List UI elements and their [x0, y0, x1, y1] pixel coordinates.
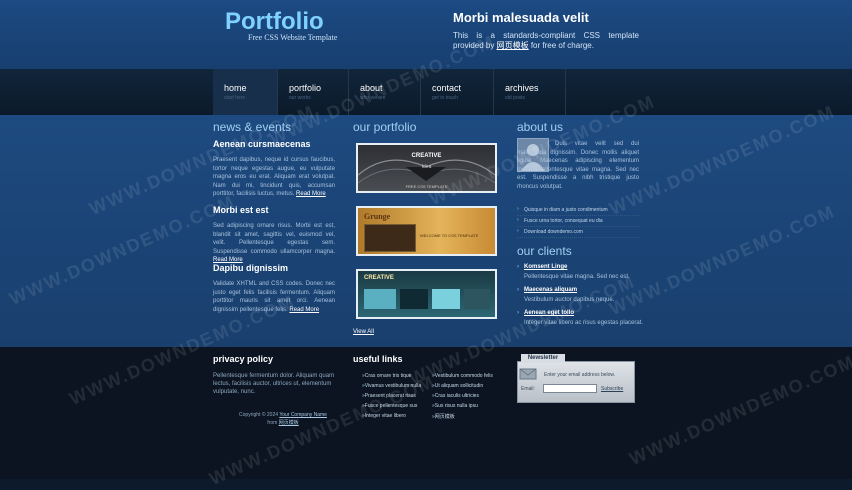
news-post-title[interactable]: Dapibu dignissim: [213, 263, 288, 273]
read-more-link[interactable]: Read More: [296, 191, 326, 197]
nav-item-contact[interactable]: contact get in touch: [421, 69, 494, 115]
clients-heading: our clients: [517, 244, 572, 258]
thumb-image: [364, 289, 396, 309]
privacy-heading: privacy policy: [213, 354, 274, 364]
about-links: Quisque in diam a justo condimentum Fusc…: [517, 205, 639, 238]
copyright-text: Copyright © 2024: [239, 412, 279, 418]
header-description: This is a standards-compliant CSS templa…: [453, 31, 639, 51]
news-post-title[interactable]: Aenean cursmaecenas: [213, 139, 311, 149]
nav-item-portfolio[interactable]: portfolio our works: [278, 69, 349, 115]
newsletter-description: Enter your email address below.: [544, 372, 616, 378]
about-bullet[interactable]: Quisque in diam a justo condimentum: [517, 205, 639, 216]
footer-link[interactable]: Vivamus vestibulum nulla: [362, 383, 421, 389]
nav-item-about[interactable]: about who we are: [349, 69, 421, 115]
footer-link[interactable]: Fusce pellentesque sus: [362, 403, 418, 409]
portfolio-thumb-1[interactable]: CREATIVE Idea FREE CSS TEMPLATE: [356, 143, 497, 193]
thumb-photo: [364, 224, 416, 252]
email-label: Email:: [521, 386, 535, 392]
copyright-from: from: [267, 420, 278, 426]
nav-sub: our works: [289, 95, 311, 101]
footer-link[interactable]: 网页模板: [432, 413, 455, 420]
privacy-text: Pellentesque fermentum dolor. Aliquam qu…: [213, 373, 335, 395]
footer-link[interactable]: Ut aliquam sollicitudin: [432, 383, 483, 389]
thumb-caption: WELCOME TO CSS TEMPLATE: [420, 233, 479, 238]
header-provider-link[interactable]: 网页模板: [497, 41, 529, 50]
nav-label: archives: [505, 83, 539, 93]
portfolio-thumb-3[interactable]: CREATIVE: [356, 269, 497, 319]
about-bullet[interactable]: Download downdemo.com: [517, 227, 639, 238]
portfolio-heading: our portfolio: [353, 120, 417, 134]
envelope-icon: [519, 368, 537, 380]
portfolio-thumb-2[interactable]: Grunge WELCOME TO CSS TEMPLATE: [356, 206, 497, 256]
thumb-brand: Grunge: [364, 212, 391, 221]
nav-item-home[interactable]: home start here: [213, 69, 278, 115]
header-text-part2: for free of charge.: [530, 41, 594, 50]
bullet-icon: ›: [517, 310, 519, 316]
site-logo[interactable]: Portfolio: [225, 8, 324, 36]
copyright: Copyright © 2024 Your Company Name from …: [228, 411, 338, 427]
footer-link[interactable]: Cras ornare tris tique: [362, 373, 412, 379]
view-all-link[interactable]: View All: [353, 329, 374, 335]
client-name[interactable]: Aenean eget tollo: [524, 310, 574, 316]
client-desc: Vestibulum auctor dapibus neque.: [524, 297, 615, 303]
bullet-icon: ›: [517, 264, 519, 270]
footer-link[interactable]: Praesent placerat risus: [362, 393, 416, 399]
nav-item-archives[interactable]: archives old posts: [494, 69, 566, 115]
client-desc: Integer vitae libero ac risus egestas pl…: [524, 320, 644, 326]
footer-link[interactable]: Integer vitae libero: [362, 413, 406, 419]
about-text: Duis vitae velit sed dui malesuada digni…: [517, 141, 639, 190]
footer-link[interactable]: Cras iaculis ultricies: [432, 393, 479, 399]
about-heading: about us: [517, 120, 564, 134]
news-post-body: Sed adipiscing ornare risus. Morbi est e…: [213, 223, 335, 255]
nav-label: contact: [432, 83, 462, 93]
company-link[interactable]: Your Company Name: [279, 412, 327, 418]
template-link[interactable]: 网页模板: [279, 420, 299, 426]
news-post-text: Praesent dapibus, neque id cursus faucib…: [213, 156, 335, 199]
nav-label: home: [224, 83, 247, 93]
thumb-image: [432, 289, 460, 309]
nav-label: about: [360, 83, 383, 93]
site-header: Portfolio Free CSS Website Template Morb…: [0, 0, 852, 69]
nav-sub: get in touch: [432, 95, 458, 101]
thumb-title: CREATIVE: [411, 153, 442, 159]
news-post-title[interactable]: Morbi est est: [213, 205, 269, 215]
nav-sub: old posts: [505, 95, 526, 101]
header-title: Morbi malesuada velit: [453, 10, 589, 25]
email-field[interactable]: [543, 384, 597, 393]
main-navigation: home start here portfolio our works abou…: [0, 69, 852, 115]
thumb-image: [464, 289, 490, 309]
client-desc: Pellentesque vitae magna. Sed nec est.: [524, 274, 630, 280]
thumb-subtitle: Idea: [421, 164, 432, 170]
news-post-text: Sed adipiscing ornare risus. Morbi est e…: [213, 222, 335, 265]
footer-link[interactable]: Vestibulum commodo felis: [432, 373, 493, 379]
newsletter-tab: Newsletter: [521, 354, 565, 363]
site-tagline: Free CSS Website Template: [248, 33, 338, 42]
subscribe-button[interactable]: Subscribe: [601, 386, 623, 392]
footer-link[interactable]: Sus risus nulla ipsu: [432, 403, 478, 409]
thumb-image: [400, 289, 428, 309]
read-more-link[interactable]: Read More: [289, 307, 319, 313]
nav-label: portfolio: [289, 83, 322, 93]
news-heading: news & events: [213, 120, 292, 134]
thumb-title: CREATIVE: [364, 275, 394, 281]
bullet-icon: ›: [517, 287, 519, 293]
nav-sub: start here: [224, 95, 246, 101]
about-bullet[interactable]: Fusce urna tortor, consequat eu dia: [517, 216, 639, 227]
useful-links-heading: useful links: [353, 354, 403, 364]
client-name[interactable]: Komsent Linge: [524, 264, 567, 270]
client-name[interactable]: Maecenas aliquam: [524, 287, 577, 293]
nav-sub: who we are: [360, 95, 386, 101]
thumb-footer: FREE CSS TEMPLATE: [405, 184, 448, 189]
site-footer: [0, 347, 852, 479]
news-post-text: Validate XHTML and CSS codes. Donec nec …: [213, 280, 335, 314]
